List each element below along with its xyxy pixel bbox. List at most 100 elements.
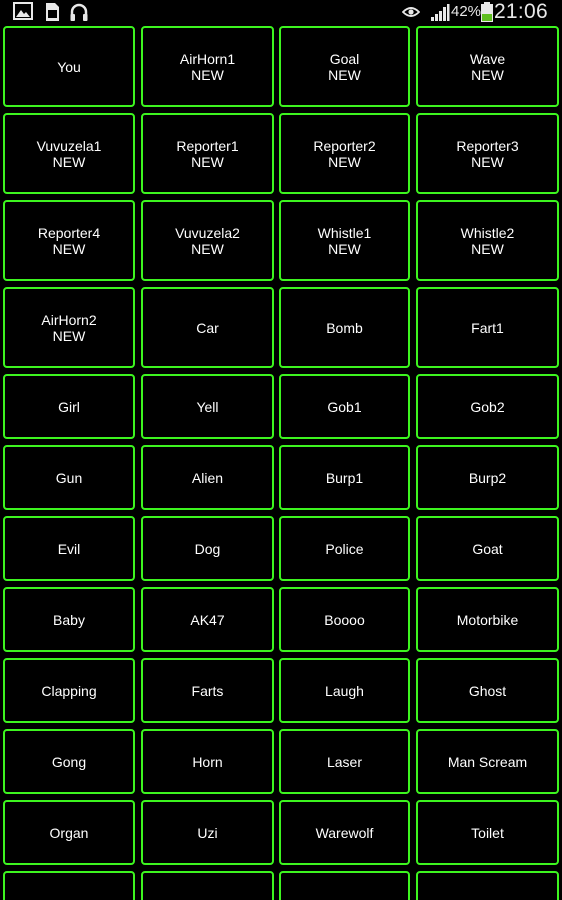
sound-button-man-scream[interactable]: Man Scream: [416, 729, 559, 794]
sound-button-clapping[interactable]: Clapping: [3, 658, 135, 723]
sound-button-car[interactable]: Car: [141, 287, 274, 368]
sound-button-vuvuzela2[interactable]: Vuvuzela2 NEW: [141, 200, 274, 281]
sound-button-vuvuzela1[interactable]: Vuvuzela1 NEW: [3, 113, 135, 194]
sound-button-airhorn1[interactable]: AirHorn1 NEW: [141, 26, 274, 107]
sound-button-label: AK47: [190, 611, 225, 628]
sound-button-toilet[interactable]: Toilet: [416, 800, 559, 865]
sound-button-goal[interactable]: Goal NEW: [279, 26, 410, 107]
sound-button-label: Vuvuzela2: [175, 224, 240, 241]
new-badge: NEW: [191, 240, 224, 257]
sound-button-empty-46[interactable]: [279, 871, 410, 900]
sound-button-label: Baby: [53, 611, 85, 628]
eye-icon: [401, 5, 421, 24]
sound-button-empty-44[interactable]: [3, 871, 135, 900]
sound-button-horn[interactable]: Horn: [141, 729, 274, 794]
sound-button-label: Goat: [472, 540, 503, 557]
sound-button-farts[interactable]: Farts: [141, 658, 274, 723]
sound-button-label: Yell: [196, 398, 219, 415]
sound-button-fart1[interactable]: Fart1: [416, 287, 559, 368]
sound-button-label: Reporter4: [37, 224, 101, 241]
sound-button-label: Whistle1: [317, 224, 372, 241]
sound-button-alien[interactable]: Alien: [141, 445, 274, 510]
new-badge: NEW: [52, 240, 86, 257]
sound-button-wave[interactable]: Wave NEW: [416, 26, 559, 107]
new-badge: NEW: [471, 153, 504, 170]
sound-button-organ[interactable]: Organ: [3, 800, 135, 865]
sound-button-label: Toilet: [471, 824, 504, 841]
sound-button-gun[interactable]: Gun: [3, 445, 135, 510]
sound-button-uzi[interactable]: Uzi: [141, 800, 274, 865]
sound-button-bomb[interactable]: Bomb: [279, 287, 410, 368]
sound-button-label: Gun: [55, 469, 83, 486]
sound-button-label: Warewolf: [315, 824, 374, 841]
new-badge: NEW: [328, 153, 361, 170]
sound-button-reporter4[interactable]: Reporter4 NEW: [3, 200, 135, 281]
sound-button-dog[interactable]: Dog: [141, 516, 274, 581]
new-badge: NEW: [471, 66, 504, 83]
sound-button-whistle2[interactable]: Whistle2 NEW: [416, 200, 559, 281]
new-badge: NEW: [191, 66, 224, 83]
sound-button-burp2[interactable]: Burp2: [416, 445, 559, 510]
new-badge: NEW: [191, 153, 224, 170]
sound-button-you[interactable]: You: [3, 26, 135, 107]
sound-button-label: Ghost: [468, 682, 507, 699]
sound-button-police[interactable]: Police: [279, 516, 410, 581]
sound-button-yell[interactable]: Yell: [141, 374, 274, 439]
sound-button-boooo[interactable]: Boooo: [279, 587, 410, 652]
sound-button-label: You: [57, 58, 81, 75]
sound-button-label: Gob2: [470, 398, 505, 415]
sound-button-empty-47[interactable]: [416, 871, 559, 900]
sound-button-ghost[interactable]: Ghost: [416, 658, 559, 723]
sound-button-label: Laser: [326, 753, 363, 770]
sound-button-label: Goal: [329, 50, 360, 67]
sound-button-reporter2[interactable]: Reporter2 NEW: [279, 113, 410, 194]
sound-button-gong[interactable]: Gong: [3, 729, 135, 794]
sound-button-motorbike[interactable]: Motorbike: [416, 587, 559, 652]
sound-button-label: Burp1: [325, 469, 364, 486]
sound-button-airhorn2[interactable]: AirHorn2 NEW: [3, 287, 135, 368]
sound-button-laser[interactable]: Laser: [279, 729, 410, 794]
sound-button-label: Vuvuzela1: [36, 137, 102, 154]
sound-button-label: Gob1: [327, 398, 362, 415]
new-badge: NEW: [471, 240, 504, 257]
sound-button-label: Girl: [58, 398, 80, 415]
sound-button-label: AirHorn1: [179, 50, 236, 67]
sound-button-baby[interactable]: Baby: [3, 587, 135, 652]
sound-button-label: Whistle2: [460, 224, 515, 241]
sound-button-label: AirHorn2: [41, 311, 97, 328]
sound-button-reporter3[interactable]: Reporter3 NEW: [416, 113, 559, 194]
sound-button-label: Boooo: [324, 611, 365, 628]
status-bar: 42% 21:06: [0, 0, 562, 24]
gallery-icon: [13, 2, 33, 25]
sound-button-label: Reporter1: [176, 137, 239, 154]
sound-button-label: Alien: [191, 469, 224, 486]
sound-button-gob1[interactable]: Gob1: [279, 374, 410, 439]
sound-button-label: Clapping: [41, 682, 97, 699]
sound-button-burp1[interactable]: Burp1: [279, 445, 410, 510]
sound-button-label: Burp2: [468, 469, 507, 486]
sound-button-label: Dog: [194, 540, 221, 557]
sound-button-label: Car: [196, 319, 219, 336]
sound-button-label: Reporter3: [456, 137, 519, 154]
sound-button-label: Organ: [49, 824, 89, 841]
sound-button-reporter1[interactable]: Reporter1 NEW: [141, 113, 274, 194]
sound-button-empty-45[interactable]: [141, 871, 274, 900]
sound-button-girl[interactable]: Girl: [3, 374, 135, 439]
sound-button-label: Bomb: [326, 319, 363, 336]
sound-button-ak47[interactable]: AK47: [141, 587, 274, 652]
sound-button-warewolf[interactable]: Warewolf: [279, 800, 410, 865]
battery-percent: 42%: [451, 3, 482, 20]
sound-button-label: Motorbike: [456, 611, 519, 628]
new-badge: NEW: [328, 240, 361, 257]
sound-button-label: Evil: [57, 540, 81, 557]
sound-button-label: Horn: [192, 753, 223, 770]
sound-button-evil[interactable]: Evil: [3, 516, 135, 581]
clock: 21:06: [493, 0, 548, 23]
sound-button-label: Fart1: [471, 319, 504, 336]
sound-button-goat[interactable]: Goat: [416, 516, 559, 581]
sound-button-label: Farts: [191, 682, 224, 699]
sound-button-whistle1[interactable]: Whistle1 NEW: [279, 200, 410, 281]
new-badge: NEW: [52, 153, 86, 170]
sound-button-gob2[interactable]: Gob2: [416, 374, 559, 439]
sound-button-laugh[interactable]: Laugh: [279, 658, 410, 723]
